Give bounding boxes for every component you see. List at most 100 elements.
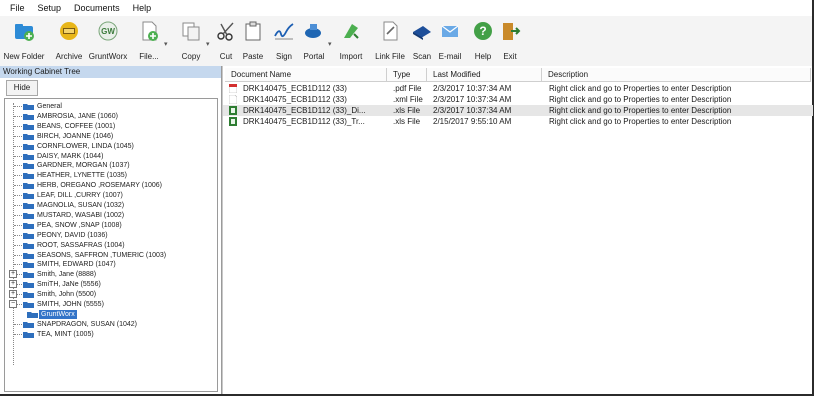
tree-item[interactable]: Smith, John (5500) [23, 290, 96, 299]
folder-icon [23, 332, 34, 338]
help-button[interactable]: ? Help [470, 20, 496, 61]
tree-item[interactable]: SmiTH, JaNe (5556) [23, 280, 101, 289]
folder-icon [23, 203, 34, 209]
gruntworx-icon: GW [98, 21, 118, 41]
import-button[interactable]: Import [336, 20, 366, 61]
tree-item[interactable]: PEA, SNOW ,SNAP (1008) [23, 221, 122, 230]
document-name-cell: DRK140475_ECB1D112 (33) [243, 84, 347, 93]
tree-item[interactable]: HERB, OREGANO ,ROSEMARY (1006) [23, 181, 162, 190]
archive-label: Archive [55, 52, 83, 61]
new-folder-button[interactable]: New Folder [4, 20, 44, 61]
table-row[interactable]: DRK140475_ECB1D112 (33) .pdf File 2/3/2017… [223, 83, 813, 94]
folder-icon [23, 262, 34, 268]
portal-dropdown-icon[interactable]: ▾ [328, 40, 332, 48]
tree-item-label: General [37, 103, 62, 110]
signature-icon [274, 23, 294, 40]
new-folder-label: New Folder [3, 52, 45, 61]
tree-collapse-icon[interactable]: − [9, 300, 17, 308]
portal-label: Portal [303, 52, 325, 61]
menu-documents[interactable]: Documents [74, 3, 120, 13]
tree-item[interactable]: SEASONS, SAFFRON ,TUMERIC (1003) [23, 251, 166, 260]
tree-item-selected[interactable]: GruntWorx [39, 310, 77, 319]
folder-icon [23, 243, 34, 249]
tree-item-label: SNAPDRAGON, SUSAN (1042) [37, 321, 137, 328]
tree-connector [14, 245, 22, 246]
tree-item[interactable]: ROOT, SASSAFRAS (1004) [23, 241, 125, 250]
scan-label: Scan [412, 52, 432, 61]
gruntworx-glyph: GW [101, 27, 115, 36]
menu-setup[interactable]: Setup [38, 3, 62, 13]
tree-expand-icon[interactable]: + [9, 290, 17, 298]
tree-item[interactable]: HEATHER, LYNETTE (1035) [23, 171, 127, 180]
tree-item[interactable]: PEONY, DAVID (1036) [23, 231, 108, 240]
tree-connector [14, 324, 22, 325]
cut-label: Cut [219, 52, 233, 61]
document-list-panel: Document Name Type Last Modified Descrip… [222, 66, 813, 394]
tree-item[interactable]: Smith, Jane (8888) [23, 270, 96, 279]
file-dropdown-icon[interactable]: ▾ [164, 40, 168, 48]
tree-item[interactable]: GARDNER, MORGAN (1037) [23, 161, 130, 170]
tree-connector [14, 126, 22, 127]
gruntworx-button[interactable]: GW GruntWorx [89, 20, 127, 61]
folder-icon [23, 223, 34, 229]
tree-item[interactable]: TEA, MINT (1005) [23, 330, 94, 339]
folder-icon [23, 302, 34, 308]
last-modified-cell: 2/3/2017 10:37:34 AM [433, 84, 512, 93]
column-header-last-modified[interactable]: Last Modified [427, 68, 542, 82]
link-file-icon [383, 21, 398, 41]
tree-item-label: HERB, OREGANO ,ROSEMARY (1006) [37, 182, 162, 189]
tree-item-label: PEA, SNOW ,SNAP (1008) [37, 222, 122, 229]
tree-connector [14, 225, 22, 226]
tree-item[interactable]: General [23, 102, 62, 111]
folder-icon [23, 183, 34, 189]
folder-icon [23, 253, 34, 259]
tree-item-label: BIRCH, JOANNE (1046) [37, 133, 114, 140]
column-header-description[interactable]: Description [542, 68, 811, 82]
copy-dropdown-icon[interactable]: ▾ [206, 40, 210, 48]
link-file-button[interactable]: Link File [372, 20, 408, 61]
file-add-icon [142, 21, 158, 41]
email-button[interactable]: E-mail [436, 20, 464, 61]
cabinet-tree[interactable]: General AMBROSIA, JANE (1060) BEANS, COFFE… [4, 98, 218, 392]
tree-item[interactable]: SMITH, EDWARD (1047) [23, 260, 116, 269]
menu-help[interactable]: Help [133, 3, 152, 13]
document-name-cell: DRK140475_ECB1D112 (33)_Tr... [243, 117, 365, 126]
table-row[interactable]: DRK140475_ECB1D112 (33)_Di... .xls File 2/… [223, 105, 813, 116]
envelope-icon [441, 25, 459, 37]
column-header-type[interactable]: Type [387, 68, 427, 82]
hide-button[interactable]: Hide [6, 80, 38, 96]
tree-item[interactable]: LEAF, DILL ,CURRY (1007) [23, 191, 123, 200]
paste-button[interactable]: Paste [240, 20, 266, 61]
column-header-document-name[interactable]: Document Name [225, 68, 387, 82]
import-icon [344, 24, 359, 39]
tree-item[interactable]: BEANS, COFFEE (1001) [23, 122, 115, 131]
tree-item[interactable]: AMBROSIA, JANE (1060) [23, 112, 118, 121]
tree-item[interactable]: SNAPDRAGON, SUSAN (1042) [23, 320, 137, 329]
copy-button[interactable]: Copy [176, 20, 206, 61]
tree-item[interactable]: SMITH, JOHN (5555) [23, 300, 104, 309]
tree-connector [14, 264, 22, 265]
tree-connector [14, 334, 22, 335]
tree-connector [14, 116, 22, 117]
tree-item[interactable]: CORNFLOWER, LINDA (1045) [23, 142, 134, 151]
tree-expand-icon[interactable]: + [9, 270, 17, 278]
sign-button[interactable]: Sign [272, 20, 296, 61]
application-window: File Setup Documents Help New Folder Arc… [0, 0, 814, 396]
exit-button[interactable]: Exit [498, 20, 522, 61]
portal-button[interactable]: Portal [300, 20, 328, 61]
menu-file[interactable]: File [10, 3, 25, 13]
archive-button[interactable]: Archive [54, 20, 84, 61]
xls-file-icon [229, 117, 237, 126]
cut-button[interactable]: Cut [214, 20, 238, 61]
table-row[interactable]: DRK140475_ECB1D112 (33) .xml File 2/3/2017… [223, 94, 813, 105]
file-button[interactable]: File... [134, 20, 164, 61]
scan-button[interactable]: Scan [408, 20, 436, 61]
tree-item[interactable]: BIRCH, JOANNE (1046) [23, 132, 113, 141]
folder-icon [23, 233, 34, 239]
tree-expand-icon[interactable]: + [9, 280, 17, 288]
tree-item[interactable]: DAISY, MARK (1044) [23, 152, 103, 161]
folder-icon [23, 104, 34, 110]
tree-item[interactable]: MUSTARD, WASABI (1002) [23, 211, 124, 220]
table-row[interactable]: DRK140475_ECB1D112 (33)_Tr... .xls File 2/… [223, 116, 813, 127]
tree-item[interactable]: MAGNOLIA, SUSAN (1032) [23, 201, 124, 210]
